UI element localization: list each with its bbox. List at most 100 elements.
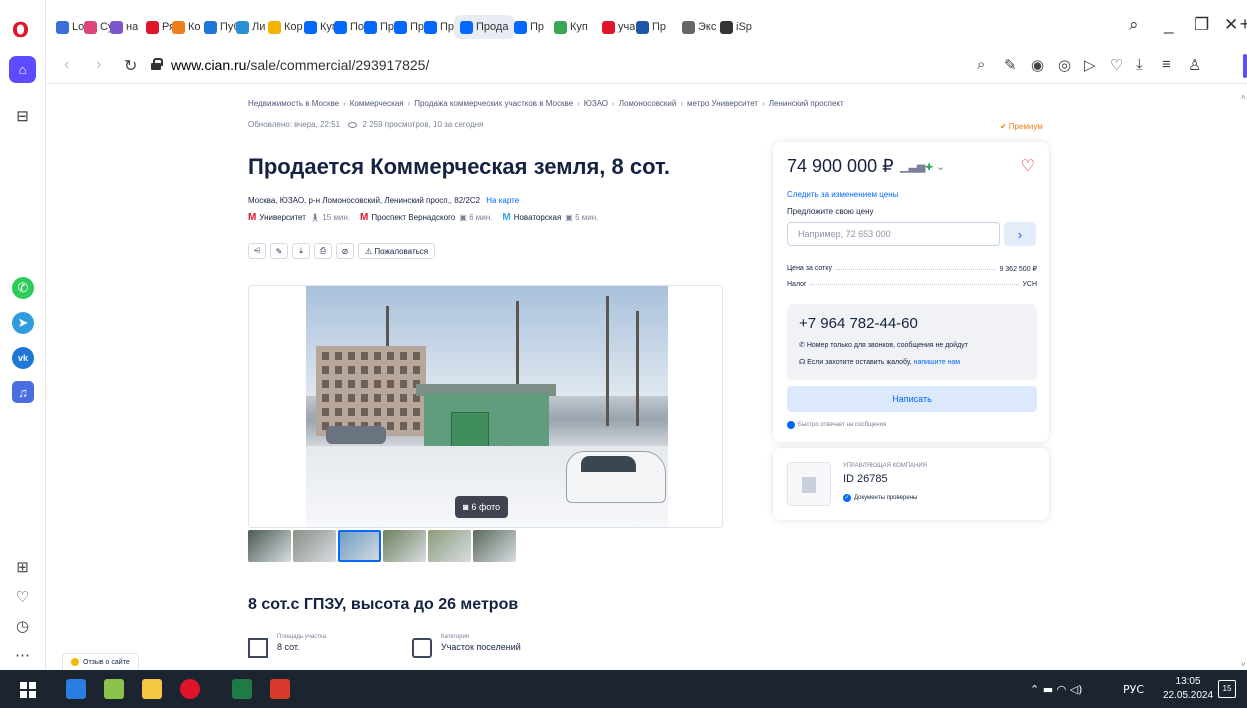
edit-icon[interactable]: ✎ — [1004, 56, 1017, 74]
favorites-heart-icon[interactable]: ♡ — [9, 583, 36, 610]
photo-thumbnail[interactable] — [473, 530, 516, 562]
main-photo[interactable] — [306, 286, 668, 527]
offer-price-input[interactable]: Например, 72 653 000 — [787, 222, 1000, 246]
chart-app-icon[interactable] — [104, 679, 124, 699]
premium-badge: ✔ Премиум — [1000, 122, 1043, 131]
breadcrumb-link[interactable]: Ленинский проспект — [769, 99, 844, 108]
minimize-icon[interactable]: _ — [1164, 15, 1173, 35]
download-button[interactable]: ⤓ — [292, 243, 310, 259]
browser-tab[interactable]: уча — [602, 18, 635, 36]
send-icon[interactable]: ▷ — [1084, 56, 1096, 74]
hide-button[interactable]: ⊘ — [336, 243, 354, 259]
print-button[interactable]: ⎙ — [314, 243, 332, 259]
history-clock-icon[interactable]: ◷ — [9, 612, 36, 639]
language-indicator[interactable]: РУС — [1123, 683, 1144, 696]
camera-icon[interactable]: ◉ — [1031, 56, 1044, 74]
browser-tab[interactable]: Куп — [304, 18, 338, 36]
browser-tab[interactable]: По — [334, 18, 364, 36]
extensions-grid-icon[interactable]: ⊞ — [9, 553, 36, 580]
photo-thumbnail[interactable] — [338, 530, 381, 562]
home-icon[interactable]: ⌂ — [9, 56, 36, 83]
breadcrumb-link[interactable]: Продажа коммерческих участков в Москве — [414, 99, 573, 108]
photo-count-badge[interactable]: ◙ 6 фото — [455, 496, 509, 518]
file-explorer-icon[interactable] — [142, 679, 162, 699]
feedback-button[interactable]: Отзыв о сайте — [62, 653, 139, 670]
vk-icon[interactable]: vk — [12, 347, 34, 369]
clock[interactable]: 13:05 22.05.2024 — [1163, 675, 1213, 703]
menu-icon[interactable]: ≡ — [1162, 56, 1171, 73]
telegram-icon[interactable]: ➤ — [12, 312, 34, 334]
metro-station[interactable]: Новаторская — [514, 213, 562, 222]
phone-number[interactable]: +7 964 782-44-60 — [799, 315, 918, 332]
metro-station[interactable]: Проспект Вернадского — [371, 213, 455, 222]
share-button[interactable]: ⩤ — [248, 243, 266, 259]
browser-tab[interactable]: Пр — [394, 18, 424, 36]
browser-tab[interactable]: Ко — [172, 18, 201, 36]
close-window-icon[interactable]: ✕ — [1224, 15, 1238, 35]
favorite-heart-icon[interactable]: ♡ — [1021, 156, 1035, 176]
follow-price-link[interactable]: Следить за изменением цены — [787, 190, 898, 199]
profile-icon[interactable]: ♙ — [1188, 56, 1201, 74]
browser-tab[interactable]: на — [110, 18, 138, 36]
complain-button[interactable]: ⚠ Пожаловаться — [358, 243, 436, 259]
browser-tab[interactable]: Пр — [364, 18, 394, 36]
url-field[interactable]: www.cian.ru/sale/commercial/293917825/ — [171, 57, 429, 73]
metro-station[interactable]: Университет — [259, 213, 306, 222]
notifications-icon[interactable]: 15 — [1218, 680, 1236, 698]
breadcrumb-link[interactable]: Ломоносовский — [619, 99, 677, 108]
opera-taskbar-icon[interactable] — [180, 679, 200, 699]
browser-tab[interactable]: Прода — [454, 15, 515, 39]
breadcrumb-link[interactable]: Коммерческая — [350, 99, 404, 108]
excel-icon[interactable] — [232, 679, 252, 699]
whatsapp-icon[interactable]: ✆ — [12, 277, 34, 299]
browser-tab[interactable]: Пр — [636, 18, 666, 36]
photo-thumbnail[interactable] — [293, 530, 336, 562]
acrobat-icon[interactable] — [270, 679, 290, 699]
photo-thumbnail[interactable] — [248, 530, 291, 562]
browser-tab[interactable]: Пуб — [204, 18, 240, 36]
download-icon[interactable]: ⤓ — [1136, 56, 1143, 73]
opera-logo-icon[interactable]: O — [12, 18, 29, 42]
breadcrumb-link[interactable]: Недвижимость в Москве — [248, 99, 339, 108]
shield-icon[interactable]: ◎ — [1058, 56, 1071, 74]
offer-submit-button[interactable]: › — [1004, 222, 1036, 246]
briefcase-icon[interactable]: ⊟ — [9, 102, 36, 129]
reload-icon[interactable]: ↻ — [124, 56, 137, 76]
photo-gallery[interactable]: ◙ 6 фото — [248, 285, 723, 528]
tab-favicon-icon — [110, 20, 123, 34]
photo-thumbnail[interactable] — [383, 530, 426, 562]
more-icon[interactable]: ⋯ — [9, 641, 36, 668]
outlook-icon[interactable] — [66, 679, 86, 699]
search-tabs-icon[interactable]: ⌕ — [1129, 15, 1139, 35]
price-chart-icon[interactable]: ▁▃▅✚ ⌄ — [900, 160, 945, 173]
lock-icon[interactable] — [151, 58, 163, 70]
browser-tab[interactable]: Пр — [514, 18, 544, 36]
support-icon: ☊ — [799, 359, 808, 366]
browser-tab[interactable]: Куп — [554, 18, 588, 36]
tray-icons[interactable]: ⌃ ▬ ◠ ◁) — [1030, 683, 1082, 696]
windows-start-icon[interactable] — [20, 682, 36, 698]
browser-tab[interactable]: Экс — [682, 18, 716, 36]
scroll-down-icon[interactable]: ˅ — [1241, 660, 1246, 669]
breadcrumb-link[interactable]: метро Университет — [687, 99, 758, 108]
map-link[interactable]: На карте — [486, 196, 519, 205]
page-title: Продается Коммерческая земля, 8 сот. — [248, 154, 670, 179]
agency-id[interactable]: ID 26785 — [843, 473, 888, 485]
write-us-link[interactable]: напишите нам — [914, 359, 961, 366]
write-button[interactable]: Написать — [787, 386, 1037, 412]
heart-icon[interactable]: ♡ — [1110, 56, 1123, 74]
agency-card[interactable]: Управляющая компания ID 26785 ✓ Документы… — [773, 448, 1049, 520]
scroll-up-icon[interactable]: ˄ — [1241, 93, 1246, 102]
photo-thumbnail[interactable] — [428, 530, 471, 562]
browser-tab[interactable]: iSp — [720, 18, 752, 36]
back-icon[interactable]: ‹ — [64, 56, 69, 74]
breadcrumb-link[interactable]: ЮЗАО — [584, 99, 608, 108]
browser-tab[interactable]: Пр — [424, 18, 454, 36]
search-icon[interactable]: ⌕ — [977, 56, 985, 73]
forward-icon[interactable]: › — [96, 56, 101, 74]
note-button[interactable]: ✎ — [270, 243, 288, 259]
restore-icon[interactable]: ❐ — [1194, 15, 1209, 35]
player-icon[interactable]: ♫ — [12, 381, 34, 403]
browser-tab[interactable]: Ли — [236, 18, 265, 36]
browser-tab[interactable]: Кор — [268, 18, 303, 36]
